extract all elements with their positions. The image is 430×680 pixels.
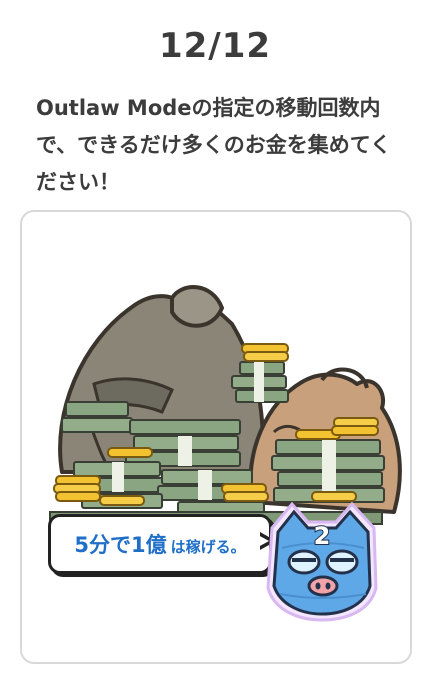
illustration-card: 5分で1億 は稼げる。 2 <box>20 210 412 664</box>
bubble-rest-text: は稼げる。 <box>170 537 246 556</box>
blue-masked-cat-mascot: 2 <box>266 501 378 622</box>
speech-bubble: 5分で1億 は稼げる。 <box>48 514 272 574</box>
mascot-number: 2 <box>314 522 331 550</box>
bubble-emphasis-text: 5分で1億 <box>74 533 167 557</box>
question-counter: 12/12 <box>158 26 272 66</box>
question-instruction: Outlaw Modeの指定の移動回数内で、できるだけ多くのお金を集めてください… <box>36 96 392 194</box>
